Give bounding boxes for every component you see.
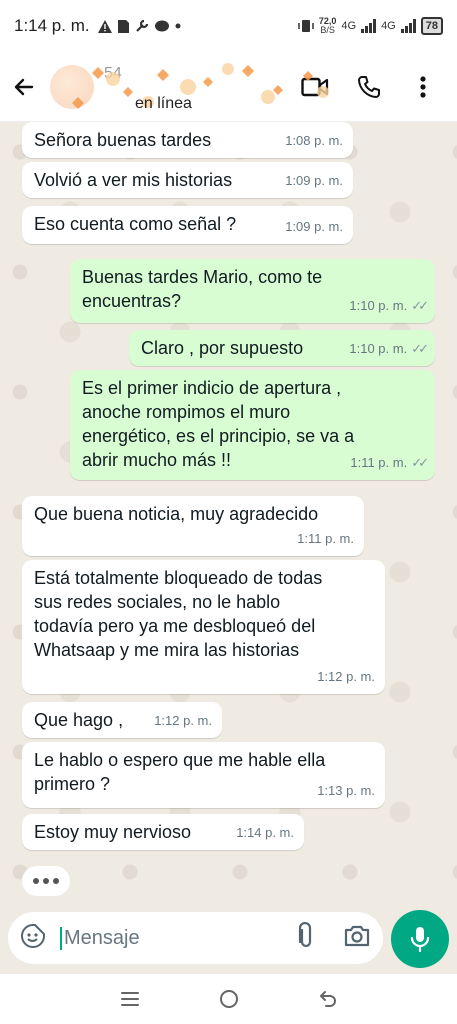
- contact-info[interactable]: 54 en línea: [44, 57, 329, 117]
- camera-button[interactable]: [343, 924, 371, 953]
- menu-lines-icon: [120, 992, 139, 1006]
- message-outgoing[interactable]: Claro , por supuesto 1:10 p. m. ✓✓: [129, 330, 435, 366]
- message-incoming[interactable]: Que buena noticia, muy agradecido 1:11 p…: [22, 496, 364, 556]
- attach-button[interactable]: [297, 921, 315, 955]
- system-nav-bar: [0, 974, 457, 1024]
- message-outgoing[interactable]: Buenas tardes Mario, como te encuentras?…: [70, 259, 435, 323]
- message-list[interactable]: Señora buenas tardes 1:08 p. m. Volvió a…: [0, 122, 457, 902]
- video-call-button[interactable]: [301, 73, 329, 101]
- vibrate-icon: [298, 20, 314, 32]
- presence-status: en línea: [135, 94, 192, 112]
- back-arrow-icon: [14, 78, 34, 95]
- message-outgoing[interactable]: Es el primer indicio de apertura , anoch…: [70, 370, 435, 480]
- message-text: Volvió a ver mis historias: [34, 170, 233, 190]
- back-nav-icon: [319, 991, 336, 1007]
- home-button[interactable]: [214, 984, 244, 1014]
- attach-icon: [298, 921, 312, 947]
- message-text: Eso cuenta como señal ?: [34, 214, 237, 234]
- wrench-icon: [135, 19, 148, 32]
- message-incoming[interactable]: Eso cuenta como señal ? 1:09 p. m.: [22, 206, 353, 244]
- signal-bars-1-icon: [361, 19, 377, 33]
- message-time: 1:09 p. m.: [285, 173, 343, 188]
- message-text: Buenas tardes Mario, como te encuentras?: [82, 267, 323, 311]
- signal-bars-2-icon: [400, 19, 416, 33]
- message-text: Claro , por supuesto: [141, 338, 304, 358]
- message-time: 1:08 p. m.: [285, 133, 343, 148]
- message-time: 1:10 p. m.: [349, 298, 408, 313]
- network-type-2: 4G: [381, 20, 396, 32]
- message-input-box: [8, 912, 383, 964]
- net-speed-unit: B/S: [320, 25, 335, 35]
- message-text: Que hago ,: [34, 710, 124, 730]
- composer: [0, 902, 457, 974]
- dot-icon: [175, 23, 181, 29]
- message-time: 1:11 p. m.: [350, 455, 408, 470]
- contact-name: 54: [104, 64, 122, 82]
- home-circle-icon: [219, 990, 238, 1008]
- message-time: 1:13 p. m.: [317, 783, 375, 798]
- chat-bubble-icon: [154, 20, 169, 31]
- battery-indicator: 78: [420, 17, 443, 35]
- voice-message-button[interactable]: [391, 910, 449, 968]
- mic-icon: [410, 927, 430, 953]
- message-incoming[interactable]: Volvió a ver mis historias 1:09 p. m.: [22, 162, 353, 198]
- sticker-icon: [21, 923, 45, 948]
- message-text: Le hablo o espero que me hable ella prim…: [34, 750, 326, 794]
- message-incoming[interactable]: Estoy muy nervioso 1:14 p. m.: [22, 814, 304, 850]
- phone-icon: [358, 75, 380, 98]
- sticker-button[interactable]: [20, 923, 46, 954]
- typing-indicator: [22, 866, 70, 896]
- message-time: 1:14 p. m.: [236, 825, 294, 840]
- chat-header: 54 en línea: [0, 52, 457, 122]
- message-text: Es el primer indicio de apertura , anoch…: [82, 378, 355, 470]
- message-time: 1:10 p. m.: [349, 341, 408, 356]
- message-text: Que buena noticia, muy agradecido: [34, 504, 319, 524]
- read-ticks-icon: ✓✓: [411, 341, 429, 356]
- recents-button[interactable]: [115, 984, 145, 1014]
- message-time: 1:12 p. m.: [154, 713, 212, 728]
- message-incoming[interactable]: Señora buenas tardes 1:08 p. m.: [22, 122, 353, 158]
- message-time: 1:09 p. m.: [285, 219, 343, 234]
- message-time: 1:12 p. m.: [317, 669, 375, 684]
- message-incoming[interactable]: Está totalmente bloqueado de todas sus r…: [22, 560, 385, 694]
- read-ticks-icon: ✓✓: [411, 298, 429, 313]
- net-speed: 72,0 B/S: [319, 17, 337, 35]
- message-incoming[interactable]: Le hablo o espero que me hable ella prim…: [22, 742, 385, 808]
- more-vert-icon: [420, 75, 426, 98]
- network-type-1: 4G: [341, 20, 357, 32]
- message-text: Estoy muy nervioso: [34, 822, 192, 842]
- warning-icon: [97, 19, 112, 33]
- message-incoming[interactable]: Que hago , 1:12 p. m.: [22, 702, 222, 738]
- message-text: Señora buenas tardes: [34, 130, 212, 150]
- voice-call-button[interactable]: [355, 73, 383, 101]
- camera-icon: [344, 925, 370, 946]
- back-nav-button[interactable]: [313, 984, 343, 1014]
- read-ticks-icon: ✓✓: [411, 455, 429, 470]
- video-call-icon: [301, 77, 329, 96]
- status-time: 1:14 p. m.: [14, 16, 90, 35]
- back-button[interactable]: [4, 62, 44, 112]
- message-input[interactable]: [60, 926, 260, 950]
- more-options-button[interactable]: [409, 73, 437, 101]
- avatar[interactable]: [50, 64, 94, 109]
- message-text: Está totalmente bloqueado de todas sus r…: [34, 568, 323, 660]
- message-time: 1:11 p. m.: [297, 531, 354, 546]
- sim-icon: [117, 19, 129, 33]
- status-bar: 1:14 p. m. 72,0 B/S 4G 4G 78: [0, 0, 457, 52]
